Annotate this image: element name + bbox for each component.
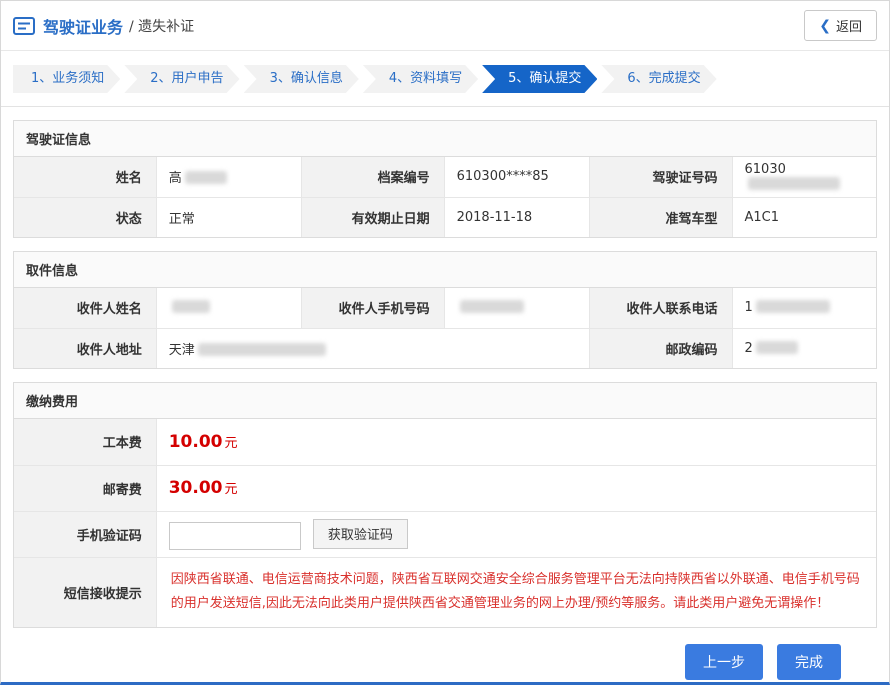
name-label: 姓名 bbox=[14, 157, 156, 197]
recipient-address-label: 收件人地址 bbox=[14, 328, 156, 368]
file-no-label: 档案编号 bbox=[302, 157, 444, 197]
recipient-address-value: 天津 bbox=[156, 328, 590, 368]
redacted-text bbox=[756, 341, 798, 354]
name-value-text: 高 bbox=[169, 171, 182, 186]
chevron-left-icon: ❮ bbox=[819, 19, 831, 33]
sms-notice-text: 因陕西省联通、电信运营商技术问题，陕西省互联网交通安全综合服务管理平台无法向持陕… bbox=[171, 568, 862, 617]
redacted-text bbox=[460, 300, 524, 313]
recipient-phone-label: 收件人联系电话 bbox=[590, 288, 732, 328]
step-4-fill-data[interactable]: 4、资料填写 bbox=[363, 65, 478, 93]
fees-table: 工本费 10.00元 邮寄费 30.00元 手机验证码 获取验证码 短信接收提 bbox=[14, 419, 876, 627]
recipient-name-label: 收件人姓名 bbox=[14, 288, 156, 328]
section-fees-title: 缴纳费用 bbox=[14, 383, 876, 419]
step-3-confirm-info[interactable]: 3、确认信息 bbox=[244, 65, 359, 93]
get-code-button[interactable]: 获取验证码 bbox=[313, 519, 408, 549]
expiry-value: 2018-11-18 bbox=[444, 197, 590, 237]
postal-code-value: 2 bbox=[732, 328, 876, 368]
expiry-label: 有效期止日期 bbox=[302, 197, 444, 237]
sms-code-input[interactable] bbox=[169, 522, 301, 550]
table-row: 短信接收提示 因陕西省联通、电信运营商技术问题，陕西省互联网交通安全综合服务管理… bbox=[14, 557, 876, 627]
license-list-icon bbox=[13, 17, 35, 35]
title-area: 驾驶证业务 / 遗失补证 bbox=[13, 14, 194, 38]
table-row: 状态 正常 有效期止日期 2018-11-18 准驾车型 A1C1 bbox=[14, 197, 876, 237]
redacted-text bbox=[185, 171, 227, 184]
vehicle-type-value: A1C1 bbox=[732, 197, 876, 237]
name-value: 高 bbox=[156, 157, 302, 197]
status-value: 正常 bbox=[156, 197, 302, 237]
license-info-table: 姓名 高 档案编号 610300****85 驾驶证号码 61030 状态 正常… bbox=[14, 157, 876, 237]
production-fee-amount: 10.00 bbox=[169, 432, 223, 452]
production-fee-label: 工本费 bbox=[14, 419, 156, 465]
sms-code-field: 获取验证码 bbox=[156, 511, 876, 557]
pickup-info-table: 收件人姓名 收件人手机号码 收件人联系电话 1 收件人地址 天津 邮政编码 bbox=[14, 288, 876, 368]
section-pickup-info-title: 取件信息 bbox=[14, 252, 876, 288]
recipient-address-value-text: 天津 bbox=[169, 343, 195, 358]
table-row: 邮寄费 30.00元 bbox=[14, 465, 876, 511]
section-license-info: 驾驶证信息 姓名 高 档案编号 610300****85 驾驶证号码 61030… bbox=[13, 120, 877, 238]
postal-code-value-text: 2 bbox=[745, 341, 753, 356]
footer-actions: 上一步 完成 bbox=[1, 644, 841, 680]
step-1-notice[interactable]: 1、业务须知 bbox=[13, 65, 120, 93]
redacted-text bbox=[748, 177, 840, 190]
postage-fee-unit: 元 bbox=[225, 482, 238, 497]
license-no-value: 61030 bbox=[732, 157, 876, 197]
step-6-complete[interactable]: 6、完成提交 bbox=[601, 65, 716, 93]
postal-code-label: 邮政编码 bbox=[590, 328, 732, 368]
page-subtitle: / 遗失补证 bbox=[129, 16, 194, 36]
recipient-mobile-label: 收件人手机号码 bbox=[302, 288, 444, 328]
back-button-label: 返回 bbox=[836, 16, 862, 35]
step-2-declaration[interactable]: 2、用户申告 bbox=[124, 65, 239, 93]
postage-fee-value: 30.00元 bbox=[156, 465, 876, 511]
prev-step-button[interactable]: 上一步 bbox=[685, 644, 763, 680]
postage-fee-label: 邮寄费 bbox=[14, 465, 156, 511]
back-button[interactable]: ❮ 返回 bbox=[804, 10, 877, 41]
recipient-phone-value-text: 1 bbox=[745, 300, 753, 315]
file-no-value: 610300****85 bbox=[444, 157, 590, 197]
topbar: 驾驶证业务 / 遗失补证 ❮ 返回 bbox=[1, 1, 889, 51]
redacted-text bbox=[756, 300, 830, 313]
production-fee-value: 10.00元 bbox=[156, 419, 876, 465]
vehicle-type-label: 准驾车型 bbox=[590, 197, 732, 237]
license-no-label: 驾驶证号码 bbox=[590, 157, 732, 197]
status-label: 状态 bbox=[14, 197, 156, 237]
table-row: 收件人姓名 收件人手机号码 收件人联系电话 1 bbox=[14, 288, 876, 328]
section-license-info-title: 驾驶证信息 bbox=[14, 121, 876, 157]
finish-button[interactable]: 完成 bbox=[777, 644, 841, 680]
section-pickup-info: 取件信息 收件人姓名 收件人手机号码 收件人联系电话 1 收件人地址 bbox=[13, 251, 877, 369]
section-fees: 缴纳费用 工本费 10.00元 邮寄费 30.00元 手机验证码 获取验证码 bbox=[13, 382, 877, 628]
step-5-confirm-submit[interactable]: 5、确认提交 bbox=[482, 65, 597, 93]
table-row: 收件人地址 天津 邮政编码 2 bbox=[14, 328, 876, 368]
recipient-mobile-value bbox=[444, 288, 590, 328]
production-fee-unit: 元 bbox=[225, 436, 238, 451]
sms-notice-value: 因陕西省联通、电信运营商技术问题，陕西省互联网交通安全综合服务管理平台无法向持陕… bbox=[156, 557, 876, 627]
table-row: 工本费 10.00元 bbox=[14, 419, 876, 465]
sms-code-label: 手机验证码 bbox=[14, 511, 156, 557]
license-no-value-text: 61030 bbox=[745, 162, 786, 177]
step-nav: 1、业务须知 2、用户申告 3、确认信息 4、资料填写 5、确认提交 6、完成提… bbox=[1, 51, 889, 107]
page-title: 驾驶证业务 bbox=[43, 14, 123, 38]
recipient-name-value bbox=[156, 288, 302, 328]
recipient-phone-value: 1 bbox=[732, 288, 876, 328]
page: 驾驶证业务 / 遗失补证 ❮ 返回 1、业务须知 2、用户申告 3、确认信息 4… bbox=[0, 0, 890, 685]
postage-fee-amount: 30.00 bbox=[169, 478, 223, 498]
table-row: 姓名 高 档案编号 610300****85 驾驶证号码 61030 bbox=[14, 157, 876, 197]
redacted-text bbox=[172, 300, 210, 313]
sms-notice-label: 短信接收提示 bbox=[14, 557, 156, 627]
redacted-text bbox=[198, 343, 326, 356]
table-row: 手机验证码 获取验证码 bbox=[14, 511, 876, 557]
